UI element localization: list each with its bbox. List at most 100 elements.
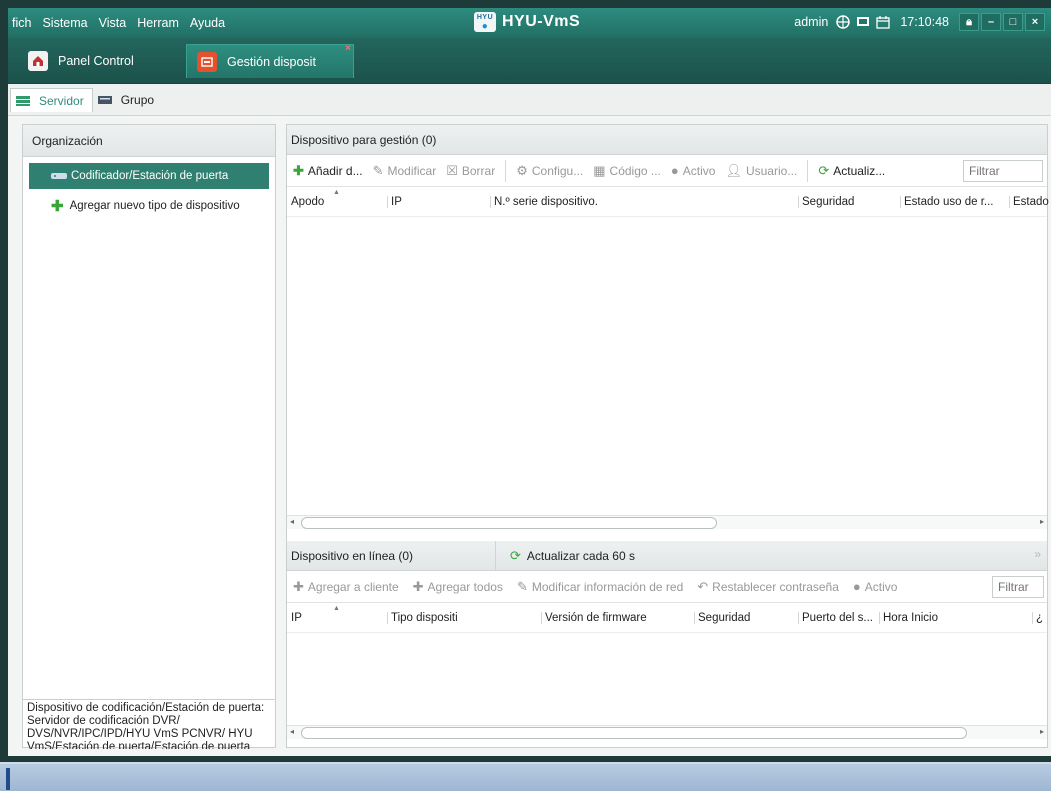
add-all-label: Agregar todos bbox=[427, 579, 503, 594]
title-status-area: admin 17:10:48 🔒︎ – □ × bbox=[794, 13, 1045, 31]
refresh-button[interactable]: ⟳ Actualiz... bbox=[818, 163, 885, 179]
managed-hscrollbar[interactable]: ◂ ▸ bbox=[287, 515, 1047, 529]
logo-text: HYU bbox=[476, 14, 494, 21]
bulb-icon: ● bbox=[852, 579, 861, 594]
organization-title: Organización bbox=[32, 133, 103, 148]
active-button[interactable]: ● Activo bbox=[671, 163, 716, 178]
user-button[interactable]: 👤︎ Usuario... bbox=[725, 163, 797, 179]
col-serial[interactable]: N.º serie dispositivo. bbox=[490, 196, 598, 208]
col-seguridad[interactable]: Seguridad bbox=[798, 196, 854, 208]
close-icon: × bbox=[1031, 16, 1039, 28]
config-button[interactable]: ⚙ Configu... bbox=[516, 163, 583, 179]
pencil-icon: ✎ bbox=[516, 578, 528, 594]
col-tipo[interactable]: Tipo dispositi bbox=[387, 612, 458, 624]
col-online-ip[interactable]: IP bbox=[291, 612, 302, 624]
user-name[interactable]: admin bbox=[794, 15, 828, 29]
col-hora-inicio[interactable]: Hora Inicio bbox=[879, 612, 938, 624]
col-apodo[interactable]: Apodo bbox=[291, 196, 324, 208]
encoder-icon bbox=[51, 173, 67, 179]
add-device-type-label: Agregar nuevo tipo de dispositivo bbox=[69, 200, 240, 212]
scroll-left-icon[interactable]: ◂ bbox=[290, 727, 294, 736]
tab-panel-control-label: Panel Control bbox=[58, 54, 134, 68]
add-to-client-button[interactable]: ✚ Agregar a cliente bbox=[293, 579, 399, 595]
modify-button[interactable]: ✎ Modificar bbox=[373, 163, 437, 179]
calendar-icon[interactable] bbox=[876, 15, 890, 29]
toolbar-separator bbox=[505, 159, 507, 182]
managed-scroll-thumb[interactable] bbox=[301, 517, 717, 529]
tab-servidor[interactable]: Servidor bbox=[10, 88, 93, 112]
scroll-right-icon[interactable]: ▸ bbox=[1040, 517, 1044, 526]
tab-servidor-label: Servidor bbox=[39, 93, 84, 108]
close-button[interactable]: × bbox=[1025, 13, 1045, 31]
managed-table-header: ▲ Apodo IP N.º serie dispositivo. Seguri… bbox=[287, 187, 1049, 217]
scroll-left-icon[interactable]: ◂ bbox=[290, 517, 294, 526]
col-estado[interactable]: Estado bbox=[1009, 196, 1049, 208]
home-icon bbox=[28, 51, 48, 71]
lock-button[interactable]: 🔒︎ bbox=[959, 13, 979, 31]
user-icon: 👤︎ bbox=[725, 162, 742, 178]
online-devices-title: Dispositivo en línea (0) bbox=[291, 548, 414, 563]
code-button[interactable]: ▦ Código ... bbox=[593, 163, 661, 179]
pencil-icon: ✎ bbox=[372, 162, 384, 178]
sort-up-icon: ▲ bbox=[333, 605, 340, 612]
app-name: HYU-VmS bbox=[502, 13, 581, 30]
add-device-label: Añadir d... bbox=[307, 163, 363, 178]
user-label: Usuario... bbox=[745, 163, 798, 178]
config-label: Configu... bbox=[531, 163, 584, 178]
online-active-button[interactable]: ● Activo bbox=[853, 579, 898, 594]
col-ip[interactable]: IP bbox=[387, 196, 402, 208]
add-device-button[interactable]: ✚ Añadir d... bbox=[293, 163, 363, 179]
scroll-right-icon[interactable]: ▸ bbox=[1040, 727, 1044, 736]
auto-refresh[interactable]: ⟳ Actualizar cada 60 s bbox=[495, 541, 635, 571]
menu-system[interactable]: Sistema bbox=[42, 16, 87, 30]
tab-grupo-label: Grupo bbox=[120, 93, 155, 107]
delete-label: Borrar bbox=[461, 163, 496, 178]
add-device-type-item[interactable]: ✚ Agregar nuevo tipo de dispositivo bbox=[29, 193, 269, 219]
col-extra[interactable]: ¿ bbox=[1032, 612, 1043, 624]
modify-network-button[interactable]: ✎ Modificar información de red bbox=[517, 579, 683, 595]
device-type-description: Dispositivo de codificación/Estación de … bbox=[23, 699, 275, 749]
online-filter-input[interactable] bbox=[992, 576, 1044, 598]
tab-close-icon[interactable]: × bbox=[345, 43, 351, 54]
delete-button[interactable]: ☒ Borrar bbox=[446, 163, 495, 179]
tree-item-encoder[interactable]: Codificador/Estación de puerta bbox=[29, 163, 269, 189]
col-puerto[interactable]: Puerto del s... bbox=[798, 612, 873, 624]
clock: 17:10:48 bbox=[900, 15, 949, 29]
managed-filter-input[interactable] bbox=[963, 160, 1043, 182]
menu-view[interactable]: Vista bbox=[99, 16, 127, 30]
group-icon bbox=[97, 96, 112, 104]
menu-file[interactable]: fich bbox=[12, 16, 31, 30]
add-all-button[interactable]: ✚ Agregar todos bbox=[413, 579, 503, 595]
menu-tools[interactable]: Herram bbox=[137, 16, 179, 30]
bulb-icon: ● bbox=[670, 163, 679, 178]
col-estado-uso[interactable]: Estado uso de r... bbox=[900, 196, 994, 208]
refresh-label: Actualiz... bbox=[833, 163, 886, 178]
os-taskbar bbox=[0, 762, 1051, 791]
online-scroll-thumb[interactable] bbox=[301, 727, 967, 739]
title-bar: fich Sistema Vista Herram Ayuda HYU ● HYU… bbox=[8, 8, 1051, 38]
managed-devices-title: Dispositivo para gestión (0) bbox=[291, 132, 437, 147]
tab-gestion-dispositivo[interactable]: Gestión disposit × bbox=[186, 43, 354, 78]
collapse-chevron-icon[interactable]: » bbox=[1034, 547, 1041, 561]
online-hscrollbar[interactable]: ◂ ▸ bbox=[287, 725, 1047, 739]
menu-help[interactable]: Ayuda bbox=[190, 16, 225, 30]
maximize-button[interactable]: □ bbox=[1003, 13, 1023, 31]
plus-icon: ✚ bbox=[51, 198, 64, 215]
reset-password-button[interactable]: ↶ Restablecer contraseña bbox=[697, 579, 839, 595]
col-online-seguridad[interactable]: Seguridad bbox=[694, 612, 750, 624]
taskbar-start-icon[interactable] bbox=[6, 768, 10, 790]
reset-password-label: Restablecer contraseña bbox=[712, 579, 839, 594]
main-tab-bar: Panel Control Gestión disposit × bbox=[8, 38, 1051, 84]
refresh-icon: ⟳ bbox=[510, 548, 521, 563]
modify-network-label: Modificar información de red bbox=[531, 579, 684, 594]
tab-panel-control[interactable]: Panel Control bbox=[28, 44, 176, 78]
menu-bar: fich Sistema Vista Herram Ayuda bbox=[8, 16, 236, 30]
lock-icon: 🔒︎ bbox=[966, 15, 972, 28]
monitor-icon[interactable] bbox=[856, 15, 870, 29]
tab-grupo[interactable]: Grupo bbox=[93, 88, 162, 112]
minimize-button[interactable]: – bbox=[981, 13, 1001, 31]
col-firmware[interactable]: Versión de firmware bbox=[541, 612, 647, 624]
undo-icon: ↶ bbox=[697, 578, 709, 594]
toolbar-separator bbox=[807, 159, 809, 182]
network-icon[interactable] bbox=[836, 15, 851, 29]
